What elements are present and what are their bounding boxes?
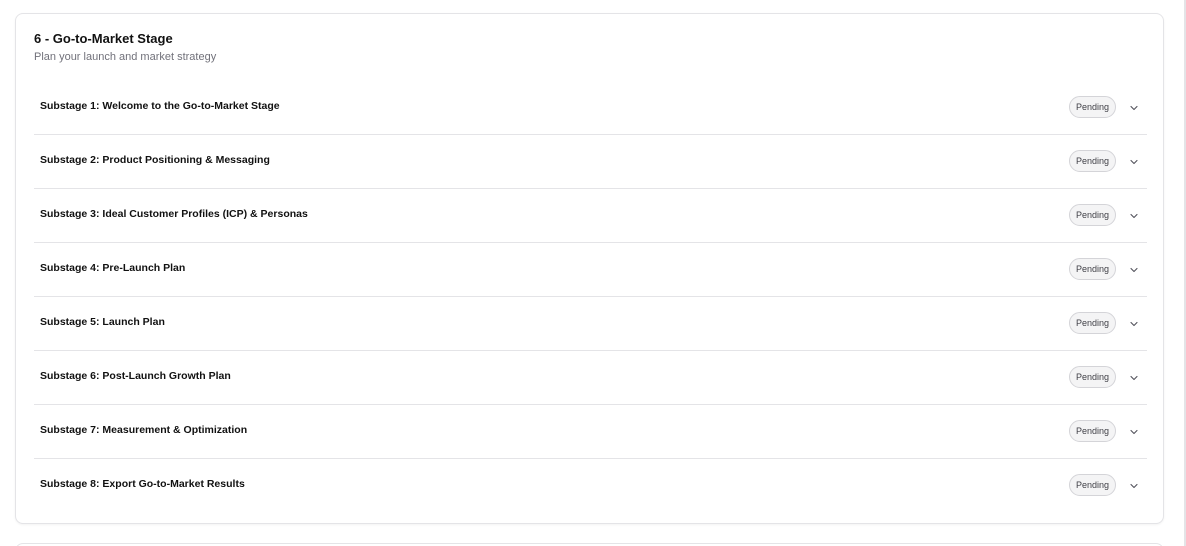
page: 6 - Go-to-Market Stage Plan your launch … (0, 0, 1186, 546)
stage-title: 6 - Go-to-Market Stage (34, 31, 173, 46)
substage-row-1[interactable]: Substage 1: Welcome to the Go-to-Market … (34, 81, 1147, 135)
chevron-down-icon[interactable] (1127, 317, 1141, 331)
stage-card: 6 - Go-to-Market Stage Plan your launch … (15, 13, 1164, 524)
substage-row-7[interactable]: Substage 7: Measurement & Optimization P… (34, 405, 1147, 459)
substage-row-3[interactable]: Substage 3: Ideal Customer Profiles (ICP… (34, 189, 1147, 243)
stage-subtitle: Plan your launch and market strategy (34, 51, 217, 63)
status-badge: Pending (1068, 204, 1116, 226)
substage-title: Substage 2: Product Positioning & Messag… (40, 154, 270, 166)
substage-row-5[interactable]: Substage 5: Launch Plan Pending (34, 297, 1147, 351)
substage-row-4[interactable]: Substage 4: Pre-Launch Plan Pending (34, 243, 1147, 297)
chevron-down-icon[interactable] (1127, 263, 1141, 277)
status-badge: Pending (1068, 420, 1116, 442)
substage-title: Substage 8: Export Go-to-Market Results (40, 478, 245, 490)
substage-title: Substage 1: Welcome to the Go-to-Market … (40, 100, 280, 112)
substage-row-6[interactable]: Substage 6: Post-Launch Growth Plan Pend… (34, 351, 1147, 405)
chevron-down-icon[interactable] (1127, 155, 1141, 169)
chevron-down-icon[interactable] (1127, 371, 1141, 385)
substage-row-2[interactable]: Substage 2: Product Positioning & Messag… (34, 135, 1147, 189)
substage-title: Substage 7: Measurement & Optimization (40, 424, 248, 436)
status-badge: Pending (1068, 96, 1116, 118)
substage-title: Substage 4: Pre-Launch Plan (40, 262, 186, 274)
status-badge: Pending (1068, 474, 1116, 496)
substage-title: Substage 3: Ideal Customer Profiles (ICP… (40, 208, 308, 220)
status-badge: Pending (1068, 258, 1116, 280)
chevron-down-icon[interactable] (1127, 479, 1141, 493)
stage-header: 6 - Go-to-Market Stage Plan your launch … (34, 30, 216, 65)
chevron-down-icon[interactable] (1127, 209, 1141, 223)
chevron-down-icon[interactable] (1127, 425, 1141, 439)
substage-title: Substage 5: Launch Plan (40, 316, 165, 328)
status-badge: Pending (1068, 150, 1116, 172)
substage-title: Substage 6: Post-Launch Growth Plan (40, 370, 231, 382)
chevron-down-icon[interactable] (1127, 101, 1141, 115)
status-badge: Pending (1068, 312, 1116, 334)
substage-list: Substage 1: Welcome to the Go-to-Market … (34, 81, 1147, 512)
status-badge: Pending (1068, 366, 1116, 388)
substage-row-8[interactable]: Substage 8: Export Go-to-Market Results … (34, 459, 1147, 512)
